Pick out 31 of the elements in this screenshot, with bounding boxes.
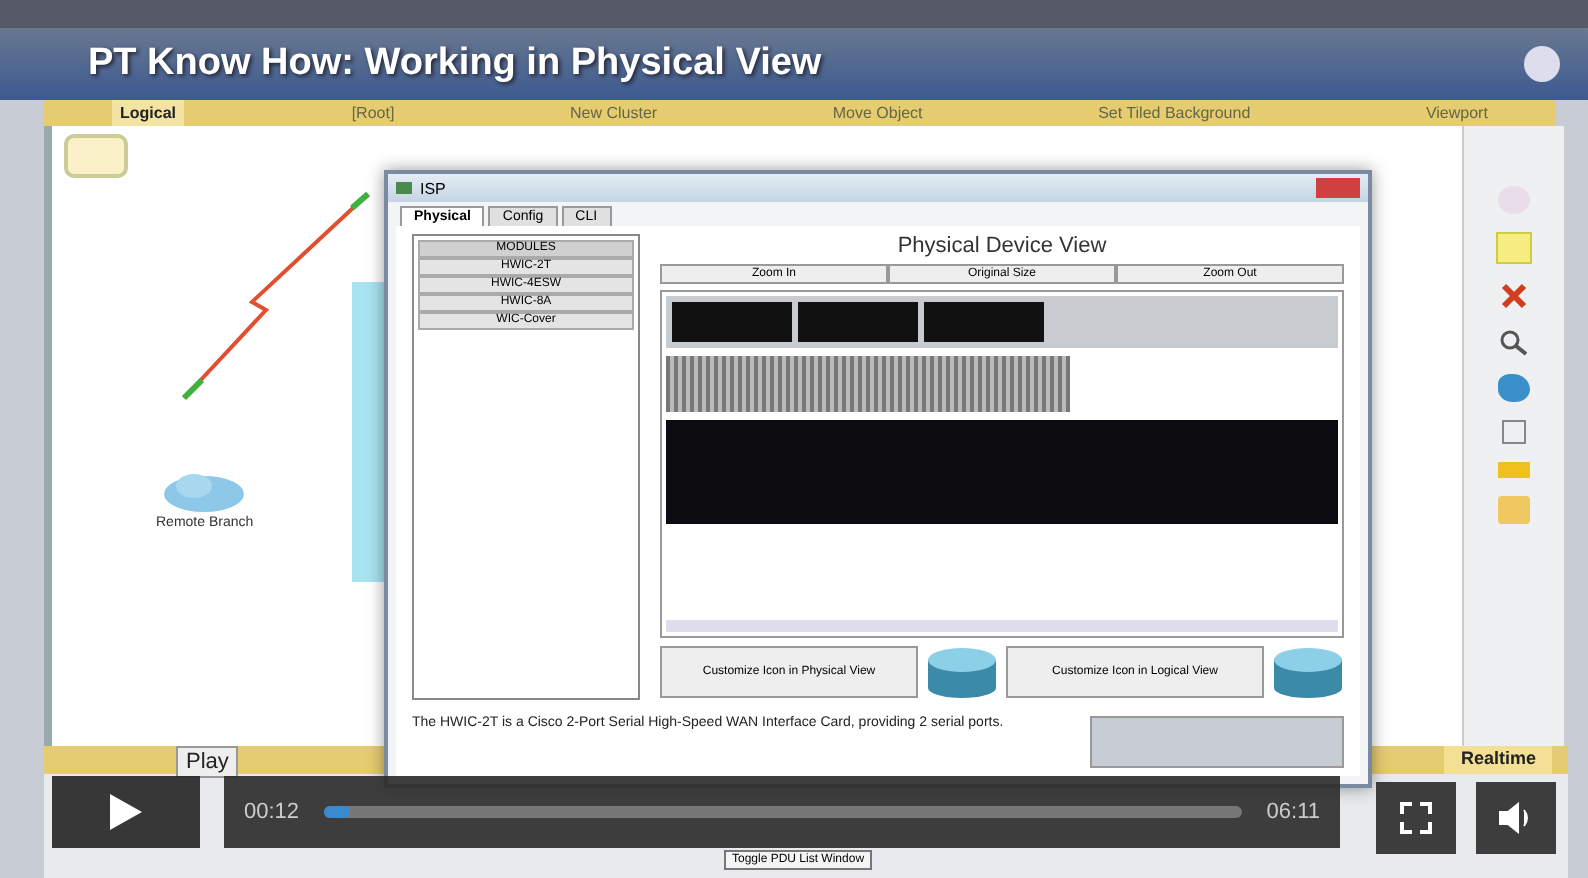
rectangle-icon[interactable]	[1498, 462, 1530, 478]
fullscreen-icon	[1400, 802, 1432, 834]
toolbar-tab[interactable]: New Cluster	[561, 100, 666, 126]
elapsed-time: 00:12	[244, 800, 300, 824]
toolbar-tab[interactable]: Set Tiled Background	[1090, 100, 1259, 126]
toolbar-tab[interactable]: Move Object	[824, 100, 931, 126]
close-button[interactable]	[1316, 178, 1360, 198]
play-tooltip: Play	[176, 746, 239, 778]
fullscreen-button[interactable]	[1376, 782, 1456, 854]
router-icon	[396, 182, 412, 194]
volume-icon	[1498, 802, 1534, 834]
toolbar-tab[interactable]: [Root]	[343, 100, 403, 126]
logical-view-icon[interactable]	[64, 134, 128, 178]
seek-track[interactable]	[323, 806, 1243, 818]
cloud-icon[interactable]	[162, 470, 246, 514]
router-icon	[926, 644, 998, 700]
horizontal-scrollbar[interactable]	[666, 620, 1338, 632]
volume-button[interactable]	[1476, 782, 1556, 854]
toolbar-tab[interactable]: Logical	[112, 100, 185, 126]
toolbar-tab[interactable]: Viewport	[1417, 100, 1496, 126]
play-icon	[110, 794, 142, 830]
play-button[interactable]	[52, 776, 200, 848]
note-icon[interactable]	[1496, 232, 1532, 264]
video-title: PT Know How: Working in Physical View	[88, 42, 822, 86]
search-icon[interactable]	[1498, 328, 1530, 356]
duration-time: 06:11	[1266, 800, 1320, 824]
view-title: Physical Device View	[895, 234, 1109, 258]
dialog-title: ISP	[420, 179, 448, 197]
realtime-tab[interactable]: Realtime	[1444, 746, 1552, 774]
router-icon	[1272, 644, 1344, 700]
delete-icon[interactable]	[1498, 282, 1530, 310]
